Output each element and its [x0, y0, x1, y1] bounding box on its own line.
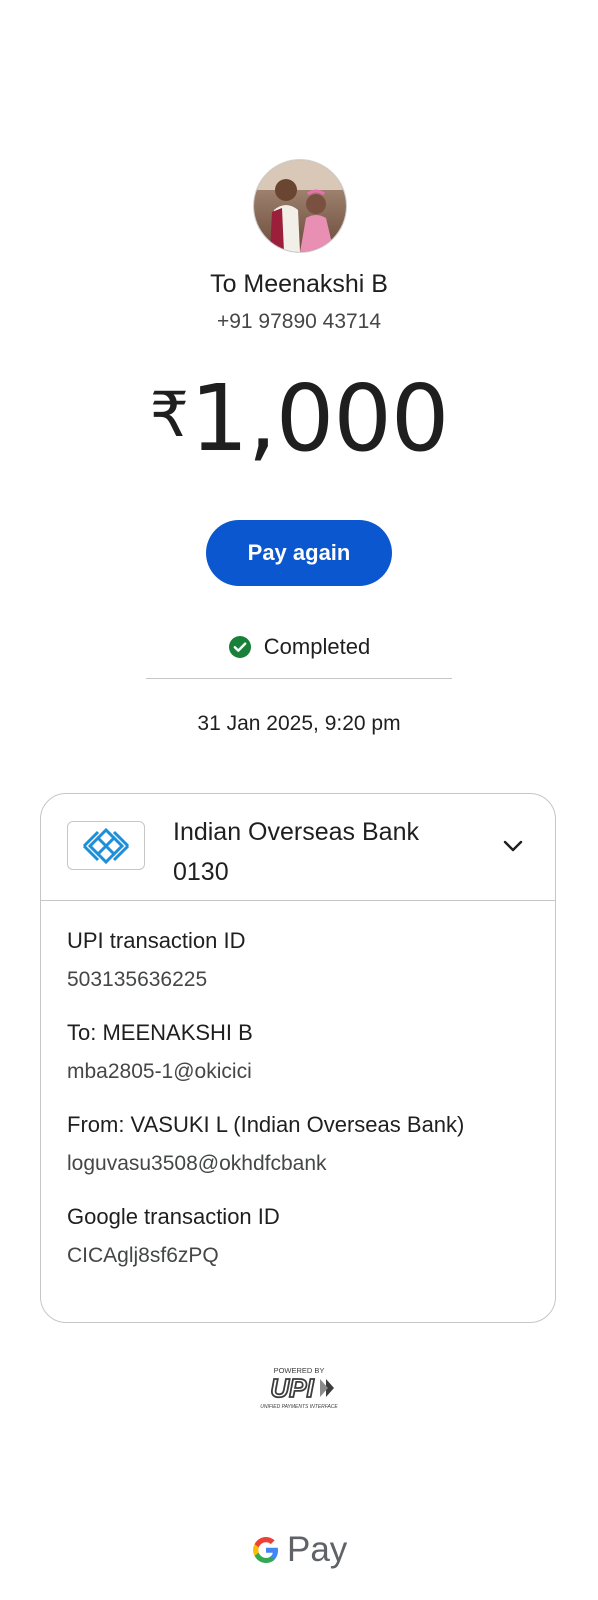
bank-name: Indian Overseas Bank 0130 — [173, 812, 493, 892]
detail-to: To: MEENAKSHI B mba2805-1@okicici — [67, 1018, 537, 1087]
chevron-down-icon[interactable] — [501, 834, 525, 858]
upi-logo: POWERED BY UPI UNIFIED PAYMENTS INTERFAC… — [260, 1366, 338, 1410]
recipient-phone: +91 97890 43714 — [216, 310, 382, 333]
google-pay-logo: Pay — [251, 1530, 347, 1570]
transaction-details-card: Indian Overseas Bank 0130 UPI transactio… — [40, 793, 556, 1323]
detail-label: From: VASUKI L (Indian Overseas Bank) — [67, 1112, 465, 1137]
amount-value: 1,000 — [190, 365, 449, 472]
status-row: Completed — [0, 634, 598, 660]
upi-tagline: UNIFIED PAYMENTS INTERFACE — [260, 1404, 338, 1410]
check-circle-icon — [228, 636, 251, 658]
detail-value[interactable]: CICAglj8sf6zPQ — [67, 1241, 537, 1271]
google-g-icon — [253, 1537, 278, 1563]
pay-again-button[interactable]: Pay again — [206, 520, 392, 586]
detail-value[interactable]: 503135636225 — [67, 965, 537, 995]
amount-display: ₹1,000 — [0, 365, 598, 469]
status-text: Completed — [263, 634, 371, 659]
detail-from: From: VASUKI L (Indian Overseas Bank) lo… — [67, 1110, 537, 1179]
detail-google-transaction-id: Google transaction ID CICAglj8sf6zPQ — [67, 1202, 537, 1271]
upi-brand: UPI — [270, 1373, 314, 1403]
bank-account-row[interactable]: Indian Overseas Bank 0130 — [41, 794, 555, 901]
detail-value[interactable]: mba2805-1@okicici — [67, 1057, 537, 1087]
details-list: UPI transaction ID 503135636225 To: MEEN… — [67, 926, 537, 1294]
detail-upi-transaction-id: UPI transaction ID 503135636225 — [67, 926, 537, 995]
avatar-photo — [254, 160, 346, 252]
iob-logo-icon — [67, 821, 145, 870]
detail-label: To: MEENAKSHI B — [67, 1020, 253, 1045]
transaction-datetime: 31 Jan 2025, 9:20 pm — [197, 712, 401, 735]
bank-account-suffix: 0130 — [173, 858, 229, 886]
divider — [146, 678, 452, 679]
recipient-avatar — [254, 160, 346, 252]
detail-label: UPI transaction ID — [67, 928, 246, 953]
gpay-pay-text: Pay — [287, 1530, 348, 1569]
detail-value[interactable]: loguvasu3508@okhdfcbank — [67, 1149, 537, 1179]
detail-label: Google transaction ID — [67, 1204, 280, 1229]
recipient-name: To Meenakshi B — [210, 270, 388, 298]
bank-logo-graphic — [82, 827, 130, 864]
currency-symbol: ₹ — [149, 378, 189, 451]
bank-name-text: Indian Overseas Bank — [173, 818, 419, 846]
